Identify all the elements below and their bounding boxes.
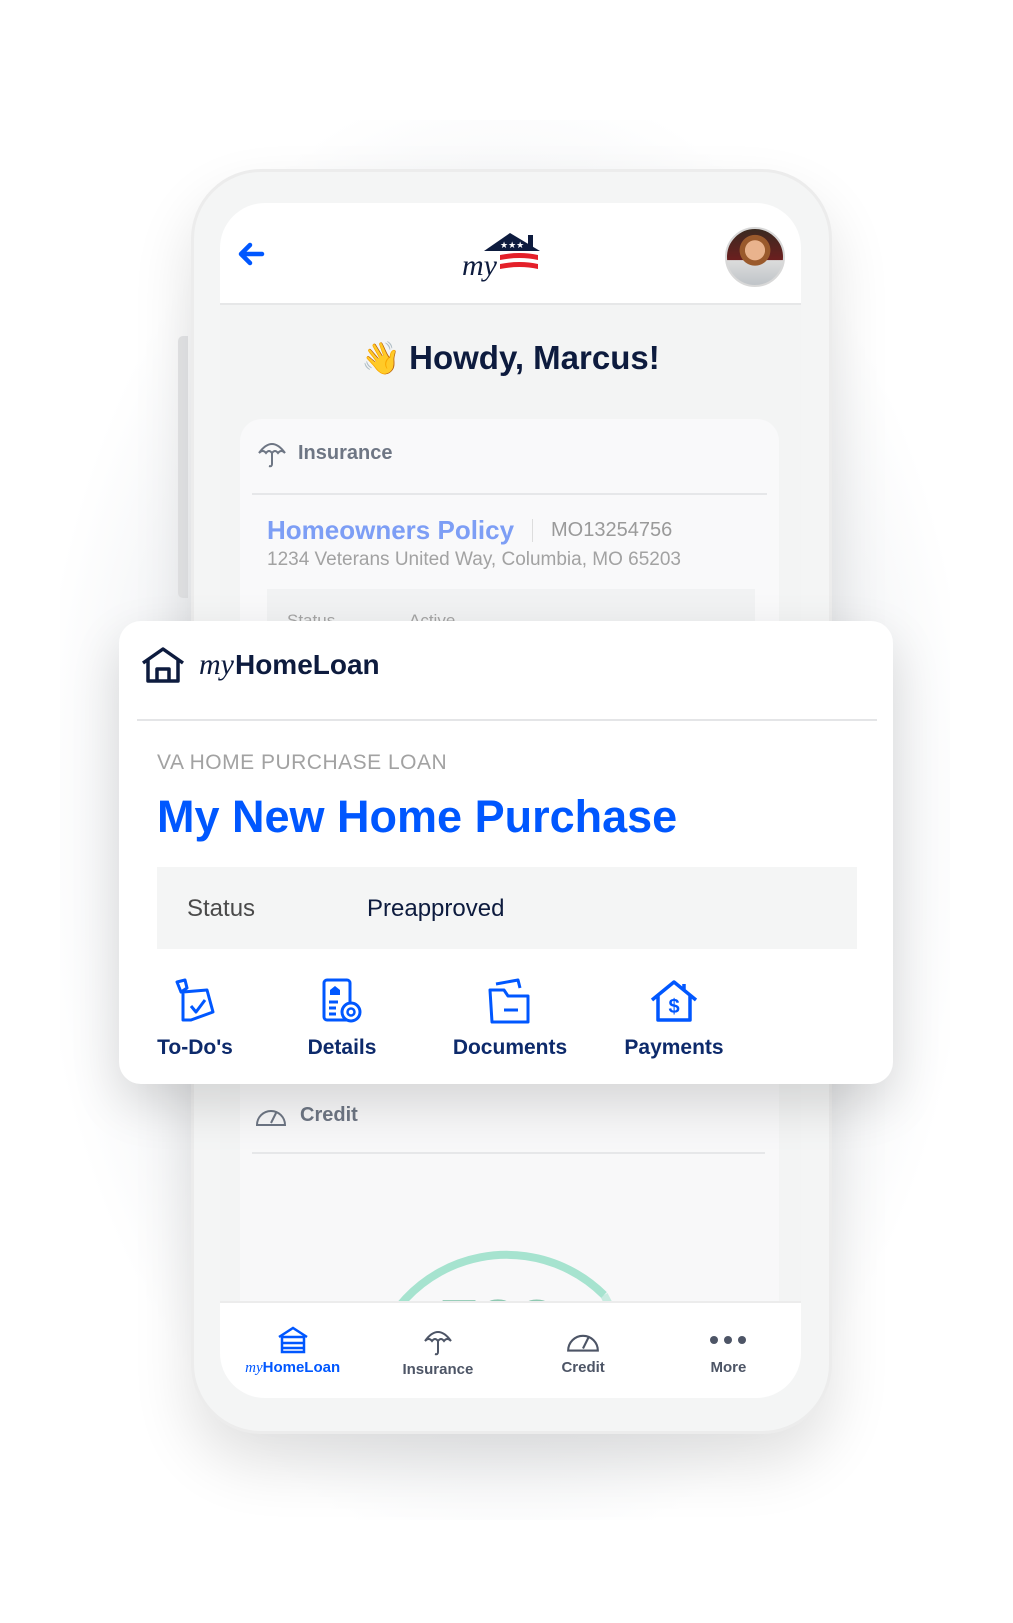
policy-title[interactable]: Homeowners Policy bbox=[267, 515, 514, 546]
wave-emoji: 👋 bbox=[361, 340, 402, 376]
nav-label: myHomeLoan bbox=[245, 1359, 341, 1376]
gauge-icon bbox=[567, 1334, 600, 1352]
nav-label: More bbox=[710, 1359, 747, 1376]
credit-card-title: Credit bbox=[300, 1103, 358, 1126]
greeting-text: Howdy, Marcus! bbox=[409, 339, 660, 376]
status-value: Preapproved bbox=[367, 895, 505, 922]
avatar[interactable] bbox=[725, 227, 785, 287]
divider bbox=[252, 1152, 765, 1154]
umbrella-icon bbox=[258, 443, 286, 468]
bottom-nav: myHomeLoan Insurance Credit More bbox=[220, 1301, 801, 1398]
nav-myhomeloan[interactable]: myHomeLoan bbox=[220, 1303, 365, 1398]
todo-icon bbox=[175, 978, 215, 1022]
greeting: 👋 Howdy, Marcus! bbox=[220, 339, 801, 377]
gauge-icon bbox=[255, 1110, 287, 1126]
brand-my: my bbox=[199, 648, 234, 681]
home-loan-brand: myHomeLoan bbox=[139, 645, 380, 685]
insurance-card-title: Insurance bbox=[298, 441, 393, 464]
house-stack-icon bbox=[277, 1326, 308, 1354]
house-icon bbox=[141, 647, 185, 683]
details-button[interactable]: Details bbox=[289, 976, 395, 1060]
nav-label: Insurance bbox=[402, 1361, 474, 1378]
nav-credit[interactable]: Credit bbox=[511, 1303, 656, 1398]
loan-title[interactable]: My New Home Purchase bbox=[157, 791, 677, 843]
details-icon bbox=[322, 978, 362, 1023]
loan-type: VA HOME PURCHASE LOAN bbox=[157, 751, 448, 774]
action-label: Documents bbox=[452, 1036, 568, 1059]
nav-more[interactable]: More bbox=[656, 1303, 801, 1398]
divider bbox=[137, 719, 877, 721]
todos-button[interactable]: To-Do's bbox=[157, 976, 233, 1060]
action-label: To-Do's bbox=[157, 1036, 233, 1059]
home-loan-card[interactable]: myHomeLoan VA HOME PURCHASE LOAN My New … bbox=[119, 621, 893, 1084]
status-label: Status bbox=[187, 895, 256, 922]
policy-number: MO13254756 bbox=[532, 519, 672, 542]
nav-label: Credit bbox=[561, 1359, 605, 1376]
payments-button[interactable]: $ Payments bbox=[619, 976, 729, 1060]
svg-text:★★★: ★★★ bbox=[500, 240, 524, 250]
documents-button[interactable]: Documents bbox=[445, 976, 575, 1060]
brand-name: HomeLoan bbox=[234, 649, 380, 680]
svg-text:$: $ bbox=[668, 996, 679, 1018]
policy-address: 1234 Veterans United Way, Columbia, MO 6… bbox=[267, 549, 682, 570]
loan-status: Status Preapproved bbox=[157, 867, 857, 949]
phone-side-button bbox=[178, 336, 188, 598]
app-logo[interactable]: ★★★ my bbox=[460, 229, 550, 295]
more-dots-icon bbox=[710, 1336, 747, 1344]
nav-insurance[interactable]: Insurance bbox=[365, 1303, 510, 1398]
action-label: Payments bbox=[624, 1036, 724, 1059]
arrow-left-icon[interactable] bbox=[234, 237, 268, 271]
app-header: ★★★ my bbox=[220, 203, 801, 305]
divider bbox=[252, 493, 767, 495]
documents-icon bbox=[488, 978, 530, 1024]
action-label: Details bbox=[307, 1036, 377, 1059]
umbrella-icon bbox=[424, 1331, 452, 1356]
loan-actions: To-Do's Details Documents $ Payments bbox=[157, 976, 729, 1060]
payments-icon: $ bbox=[650, 980, 698, 1022]
svg-text:my: my bbox=[462, 249, 498, 282]
